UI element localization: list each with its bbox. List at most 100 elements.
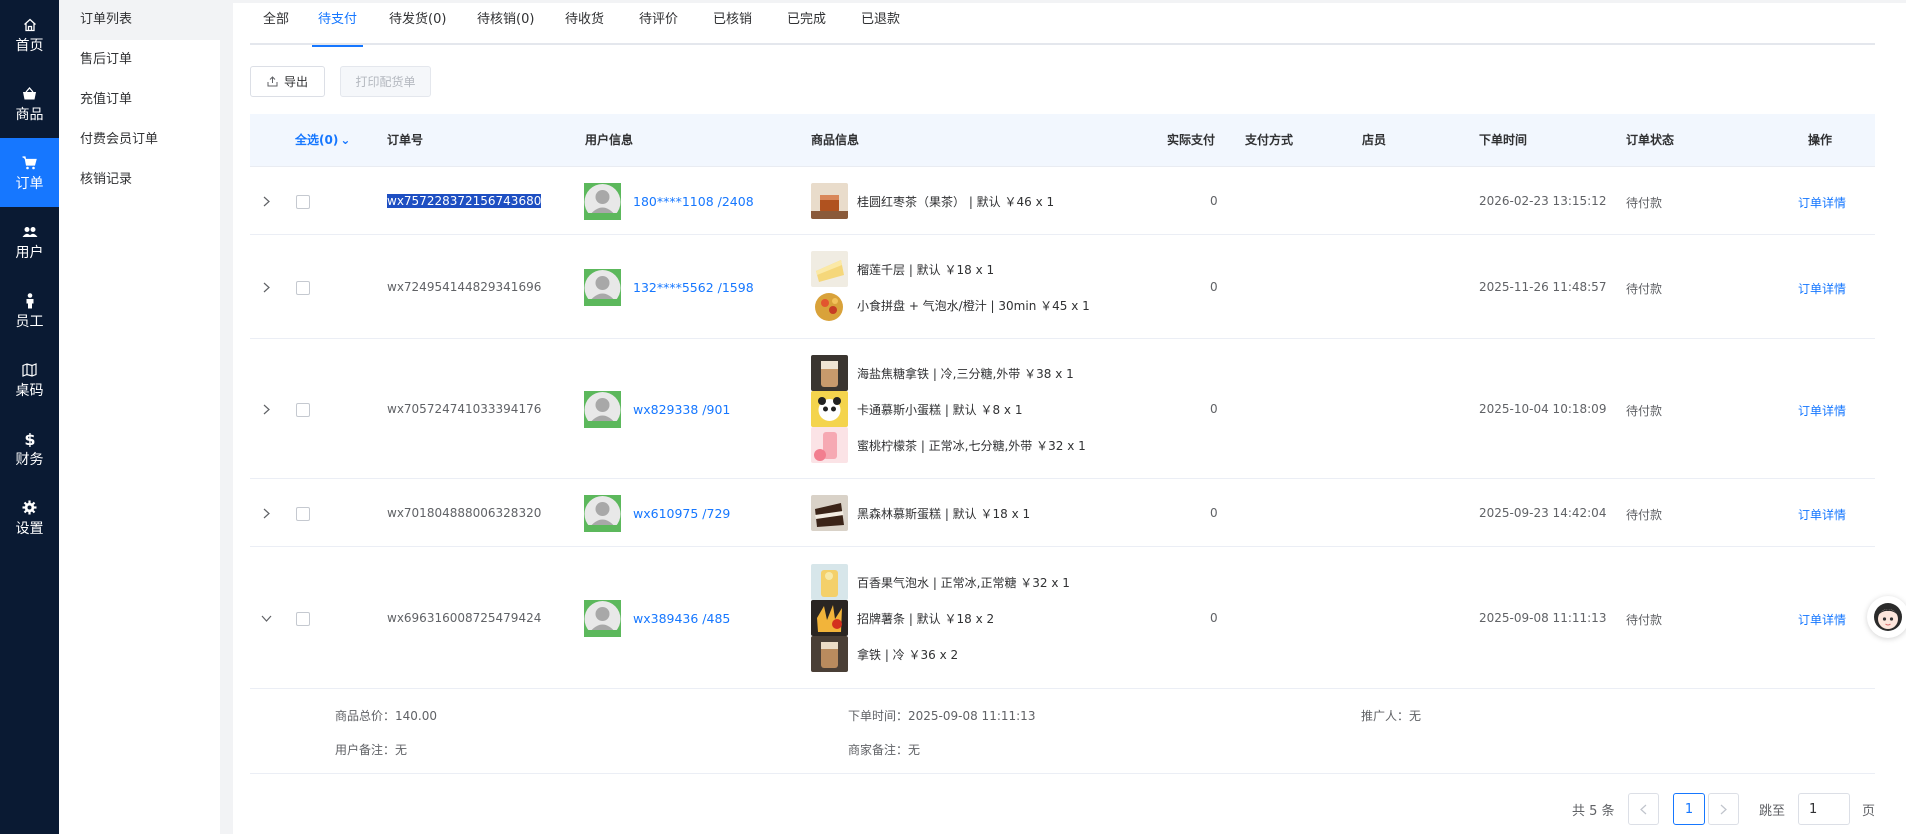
tab-completed[interactable]: 已完成 [787, 3, 826, 45]
order-number[interactable]: wx696316008725479424 [387, 611, 541, 625]
jump-to-label: 跳至 [1759, 804, 1786, 819]
avatar [584, 600, 621, 637]
nav-settings[interactable]: 设置 [0, 483, 59, 552]
prev-page-button[interactable] [1628, 793, 1659, 825]
nav-orders-label: 订单 [15, 175, 44, 192]
paid-amount: 0 [1210, 194, 1218, 208]
order-number[interactable]: wx701804888006328320 [387, 506, 541, 520]
tab-pending-shipment[interactable]: 待发货(0) [389, 3, 446, 45]
person-icon [21, 292, 39, 310]
nav-goods[interactable]: 商品 [0, 69, 59, 138]
order-number-text: wx757228372156743680 [387, 194, 542, 208]
nav-orders[interactable]: 订单 [0, 138, 59, 207]
order-submenu: 订单列表 售后订单 充值订单 付费会员订单 核销记录 [59, 0, 220, 834]
paid-amount: 0 [1210, 611, 1218, 625]
submenu-after-sales[interactable]: 售后订单 [59, 40, 220, 80]
row-checkbox[interactable] [296, 195, 310, 209]
order-detail-link[interactable]: 订单详情 [1798, 194, 1846, 211]
order-detail-link[interactable]: 订单详情 [1798, 506, 1846, 523]
order-number[interactable]: wx705724741033394176 [387, 402, 541, 416]
submenu-recharge-orders[interactable]: 充值订单 [59, 80, 220, 120]
avatar [584, 269, 621, 306]
goods-thumbnail [811, 427, 848, 463]
goods-item: 百香果气泡水 | 正常冰,正常糖 ￥32 x 1 [811, 564, 1070, 600]
tab-pending-review[interactable]: 待评价 [639, 3, 678, 45]
main-nav-rail: 首页 商品 订单 用户 员工 桌码 $ 财务 设置 [0, 0, 59, 834]
row-checkbox[interactable] [296, 403, 310, 417]
submenu-member-orders[interactable]: 付费会员订单 [59, 120, 220, 160]
chevron-down-icon: ⌄ [340, 133, 351, 147]
map-icon [21, 361, 39, 379]
goods-description: 百香果气泡水 | 正常冰,正常糖 ￥32 x 1 [857, 575, 1070, 590]
order-detail-link[interactable]: 订单详情 [1798, 402, 1846, 419]
table-row: wx701804888006328320 wx610975 /729 黑森林慕斯… [250, 479, 1875, 547]
avatar [584, 183, 621, 220]
goods-item: 蜜桃柠檬茶 | 正常冰,七分糖,外带 ￥32 x 1 [811, 427, 1086, 463]
print-picking-list-button[interactable]: 打印配货单 [340, 66, 431, 97]
order-detail-link[interactable]: 订单详情 [1798, 611, 1846, 628]
submenu-verify-records[interactable]: 核销记录 [59, 160, 220, 200]
basket-icon [21, 85, 39, 103]
row-checkbox[interactable] [296, 507, 310, 521]
order-number[interactable]: wx757228372156743680 [387, 194, 542, 208]
tab-pending-payment[interactable]: 待支付 [311, 3, 364, 47]
tab-all[interactable]: 全部 [263, 3, 289, 45]
nav-home[interactable]: 首页 [0, 0, 59, 69]
chevron-down-icon[interactable] [260, 612, 272, 624]
export-button[interactable]: 导出 [250, 66, 325, 97]
user-link[interactable]: wx389436 /485 [633, 611, 730, 626]
paid-amount: 0 [1210, 280, 1218, 294]
paid-amount: 0 [1210, 402, 1218, 416]
jump-page-input[interactable] [1798, 793, 1850, 825]
page-number-1[interactable]: 1 [1673, 793, 1705, 825]
row-checkbox[interactable] [296, 281, 310, 295]
order-time: 2025-09-08 11:11:13 [1479, 611, 1607, 625]
user-link[interactable]: wx610975 /729 [633, 506, 730, 521]
user-link[interactable]: 132****5562 /1598 [633, 280, 754, 295]
order-number[interactable]: wx724954144829341696 [387, 280, 541, 294]
nav-finance-label: 财务 [15, 451, 44, 468]
row-checkbox[interactable] [296, 612, 310, 626]
nav-staff-label: 员工 [15, 313, 44, 330]
submenu-order-list[interactable]: 订单列表 [59, 0, 220, 40]
nav-finance[interactable]: $ 财务 [0, 414, 59, 483]
home-icon [21, 16, 39, 34]
order-detail-link[interactable]: 订单详情 [1798, 280, 1846, 297]
chevron-right-icon[interactable] [260, 507, 272, 519]
goods-item: 卡通慕斯小蛋糕 | 默认 ￥8 x 1 [811, 391, 1023, 427]
tab-verified[interactable]: 已核销 [713, 3, 752, 45]
order-status: 待付款 [1626, 282, 1663, 296]
assistant-avatar-button[interactable] [1867, 596, 1906, 638]
tab-pending-receipt[interactable]: 待收货 [565, 3, 604, 45]
select-all-toggle[interactable]: 全选(0) ⌄ [295, 114, 350, 167]
table-header: 全选(0) ⌄ 订单号 用户信息 商品信息 实际支付 支付方式 店员 下单时间 订… [250, 114, 1875, 167]
goods-description: 桂圆红枣茶（果茶） | 默认 ￥46 x 1 [857, 194, 1055, 209]
order-time: 2026-02-23 13:15:12 [1479, 194, 1607, 208]
nav-users[interactable]: 用户 [0, 207, 59, 276]
order-expanded-details: 商品总价：140.00 下单时间：2025-09-08 11:11:13 推广人… [250, 689, 1875, 774]
nav-table-code[interactable]: 桌码 [0, 345, 59, 414]
goods-thumbnail [811, 183, 848, 219]
goods-thumbnail [811, 287, 848, 323]
goods-description: 黑森林慕斯蛋糕 | 默认 ￥18 x 1 [857, 506, 1031, 521]
header-order-status: 订单状态 [1626, 133, 1675, 147]
order-time: 2025-10-04 10:18:09 [1479, 402, 1607, 416]
page-suffix-label: 页 [1862, 804, 1876, 819]
table-row: wx705724741033394176 wx829338 /901 海盐焦糖拿… [250, 339, 1875, 479]
chevron-right-icon[interactable] [260, 195, 272, 207]
tab-pending-verify[interactable]: 待核销(0) [477, 3, 534, 45]
gear-icon [21, 499, 39, 517]
pagination-total: 共 5 条 [1572, 804, 1615, 819]
chevron-right-icon[interactable] [260, 403, 272, 415]
chevron-right-icon[interactable] [260, 281, 272, 293]
tab-refunded[interactable]: 已退款 [861, 3, 900, 45]
next-page-button[interactable] [1708, 793, 1739, 825]
nav-staff[interactable]: 员工 [0, 276, 59, 345]
user-link[interactable]: 180****1108 /2408 [633, 194, 754, 209]
goods-thumbnail [811, 564, 848, 600]
goods-description: 蜜桃柠檬茶 | 正常冰,七分糖,外带 ￥32 x 1 [857, 438, 1086, 453]
user-link[interactable]: wx829338 /901 [633, 402, 730, 417]
order-time: 2025-11-26 11:48:57 [1479, 280, 1607, 294]
dollar-icon: $ [21, 430, 39, 448]
main-panel: 全部 待支付 待发货(0) 待核销(0) 待收货 待评价 已核销 已完成 已退款… [233, 0, 1906, 834]
